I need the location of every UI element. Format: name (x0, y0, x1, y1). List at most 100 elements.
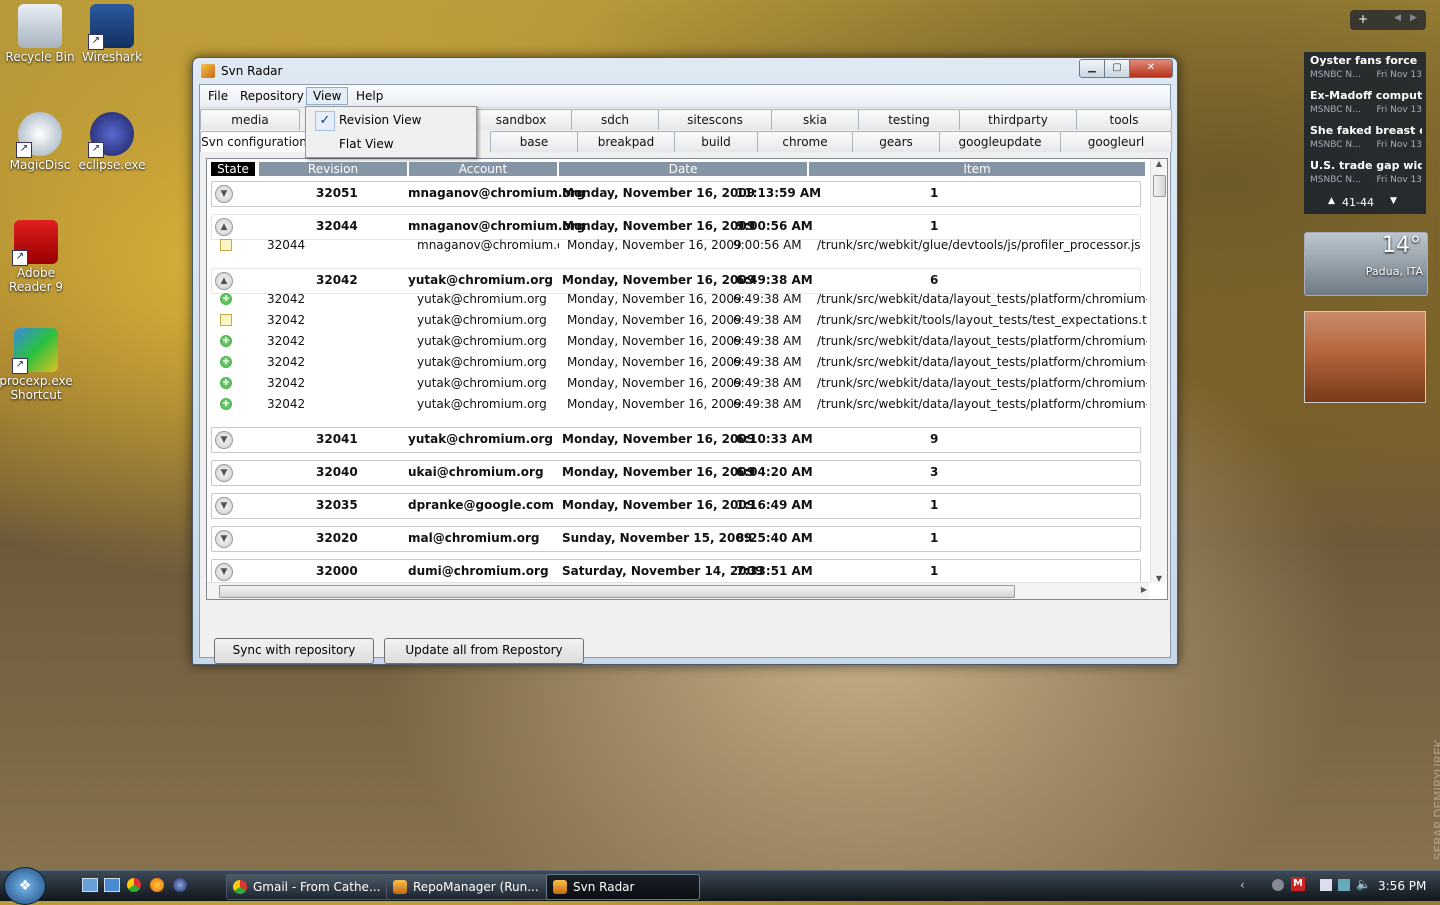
network-icon[interactable] (1272, 879, 1284, 891)
firefox-icon[interactable] (150, 878, 164, 892)
news-item[interactable]: Ex-Madoff computer... MSNBC N... Fri Nov… (1304, 87, 1426, 122)
menu-item-flat-view[interactable]: Flat View (306, 133, 474, 155)
desktop-icon-adobe-reader[interactable]: ↗ Adobe Reader 9 (0, 220, 76, 294)
expand-icon[interactable]: ▼ (215, 530, 233, 548)
maximize-button[interactable]: ▢ (1104, 59, 1130, 78)
close-button[interactable]: ✕ (1129, 59, 1173, 78)
column-date[interactable]: Date (559, 162, 807, 176)
chrome-icon[interactable] (127, 878, 141, 892)
column-revision[interactable]: Revision (259, 162, 407, 176)
revision-group-row[interactable]: ▼ 32020 mal@chromium.org Sunday, November 1… (211, 526, 1141, 552)
column-account[interactable]: Account (409, 162, 557, 176)
vertical-scroll-thumb[interactable] (1153, 175, 1166, 197)
expand-icon[interactable]: ▼ (215, 431, 233, 449)
tab-sandbox[interactable]: sandbox (470, 109, 572, 130)
vertical-scrollbar[interactable]: ▲ ▼ (1150, 159, 1167, 583)
news-item[interactable]: Oyster fans force FD... MSNBC N... Fri N… (1304, 52, 1426, 87)
weather-gadget[interactable]: 14° Padua, ITA (1304, 232, 1428, 296)
news-item[interactable]: U.S. trade gap widen... MSNBC N... Fri N… (1304, 157, 1426, 192)
changed-file-row[interactable]: +32042 yutak@chromium.org Monday, November… (211, 289, 1147, 310)
tab-base[interactable]: base (490, 131, 578, 152)
menu-repository[interactable]: Repository (234, 88, 310, 104)
revision-group-row[interactable]: ▼ 32040 ukai@chromium.org Monday, November … (211, 460, 1141, 486)
menu-view[interactable]: View (306, 87, 349, 105)
changed-file-row[interactable]: 32042 yutak@chromium.org Monday, November … (211, 310, 1147, 331)
task-gmail[interactable]: Gmail - From Cathe... (226, 874, 404, 900)
collapse-icon[interactable]: ▲ (215, 218, 233, 236)
tab-googleupdate[interactable]: googleupdate (939, 131, 1061, 152)
revision-group-row[interactable]: ▼ 32041 yutak@chromium.org Monday, November… (211, 427, 1141, 453)
changed-file-row[interactable]: 32044 mnaganov@chromium.org Monday, Novemb… (211, 235, 1141, 256)
task-repomanager[interactable]: RepoManager (Run... (386, 874, 566, 900)
file-time: 6:49:38 AM (733, 313, 802, 327)
eclipse-icon[interactable] (173, 878, 187, 892)
pager-down-icon[interactable]: ▼ (1390, 196, 1397, 206)
add-gadget-icon[interactable]: + (1358, 12, 1368, 26)
revision-list[interactable]: State Revision Account Date Item ▼ 32051 m… (206, 158, 1168, 600)
gmail-notifier-icon[interactable]: M (1291, 877, 1305, 891)
expand-icon[interactable]: ▼ (215, 185, 233, 203)
menu-help[interactable]: Help (350, 88, 389, 104)
start-button[interactable]: ❖ (4, 867, 46, 905)
slideshow-gadget[interactable] (1304, 311, 1426, 403)
tab-gears[interactable]: gears (852, 131, 940, 152)
tab-svn-configuration[interactable]: Svn configuration (200, 131, 308, 152)
client-area: File Repository View Help media sandbox … (199, 84, 1172, 664)
next-icon[interactable]: ▶ (1410, 13, 1417, 23)
added-file-icon: + (220, 356, 232, 368)
horizontal-scrollbar[interactable]: ▶ (207, 582, 1149, 599)
clock[interactable]: 3:56 PM (1378, 871, 1426, 901)
column-state[interactable]: State (211, 162, 255, 176)
volume-icon[interactable]: 🔈 (1356, 877, 1371, 891)
tab-testing[interactable]: testing (858, 109, 960, 130)
scroll-down-icon[interactable]: ▼ (1151, 574, 1167, 583)
sync-with-repository-button[interactable]: Sync with repository (214, 638, 374, 664)
update-all-button[interactable]: Update all from Repostory (384, 638, 584, 664)
clipboard-icon[interactable] (1320, 879, 1332, 891)
revision-group-row[interactable]: ▼ 32035 dpranke@google.com Monday, November… (211, 493, 1141, 519)
tab-tools[interactable]: tools (1076, 109, 1172, 130)
desktop-icon-procexp[interactable]: ↗ procexp.exe Shortcut (0, 328, 76, 402)
desktop-icon-recycle-bin[interactable]: Recycle Bin (0, 4, 80, 64)
scroll-right-icon[interactable]: ▶ (1141, 585, 1147, 594)
minimize-button[interactable]: ▁ (1079, 59, 1105, 78)
tab-chrome[interactable]: chrome (757, 131, 853, 152)
changed-file-row[interactable]: +32042 yutak@chromium.org Monday, November… (211, 394, 1147, 415)
show-desktop-icon[interactable] (82, 878, 98, 892)
changed-file-row[interactable]: +32042 yutak@chromium.org Monday, November… (211, 352, 1147, 373)
tray-expand-icon[interactable]: ‹ (1240, 878, 1245, 892)
tab-thirdparty[interactable]: thirdparty (959, 109, 1077, 130)
group-time: 7:33:51 AM (736, 564, 813, 578)
desktop-icon-eclipse[interactable]: ↗ eclipse.exe (72, 112, 152, 172)
file-time: 6:49:38 AM (733, 334, 802, 348)
file-date: Monday, November 16, 2009 (567, 334, 742, 348)
pager-up-icon[interactable]: ▲ (1328, 196, 1335, 206)
tab-sdch[interactable]: sdch (571, 109, 659, 130)
news-item[interactable]: She faked breast can... MSNBC N... Fri N… (1304, 122, 1426, 157)
scroll-up-icon[interactable]: ▲ (1151, 159, 1167, 168)
task-svn-radar[interactable]: Svn Radar (546, 874, 700, 900)
tab-build[interactable]: build (674, 131, 758, 152)
tab-media[interactable]: media (200, 109, 300, 130)
tab-breakpad[interactable]: breakpad (577, 131, 675, 152)
desktop-icon-magicdisc[interactable]: ↗ MagicDisc (0, 112, 80, 172)
menu-item-revision-view[interactable]: ✓ Revision View (306, 109, 474, 131)
tab-skia[interactable]: skia (771, 109, 859, 130)
tab-sitescons[interactable]: sitescons (658, 109, 772, 130)
column-item[interactable]: Item (809, 162, 1145, 176)
collapse-icon[interactable]: ▲ (215, 272, 233, 290)
desktop-icon-wireshark[interactable]: ↗ Wireshark (72, 4, 152, 64)
tab-googleurl[interactable]: googleurl (1060, 131, 1172, 152)
previous-icon[interactable]: ◀ (1394, 13, 1401, 23)
monitor-icon[interactable] (1338, 879, 1350, 891)
expand-icon[interactable]: ▼ (215, 563, 233, 581)
expand-icon[interactable]: ▼ (215, 464, 233, 482)
changed-file-row[interactable]: +32042 yutak@chromium.org Monday, November… (211, 331, 1147, 352)
changed-file-row[interactable]: +32042 yutak@chromium.org Monday, November… (211, 373, 1147, 394)
horizontal-scroll-thumb[interactable] (219, 585, 1015, 598)
expand-icon[interactable]: ▼ (215, 497, 233, 515)
switch-windows-icon[interactable] (104, 878, 120, 892)
revision-group-row[interactable]: ▼ 32051 mnaganov@chromium.org Monday, Novem… (211, 181, 1141, 207)
menu-file[interactable]: File (202, 88, 234, 104)
title-bar[interactable]: Svn Radar ▁ ▢ ✕ (193, 58, 1177, 84)
